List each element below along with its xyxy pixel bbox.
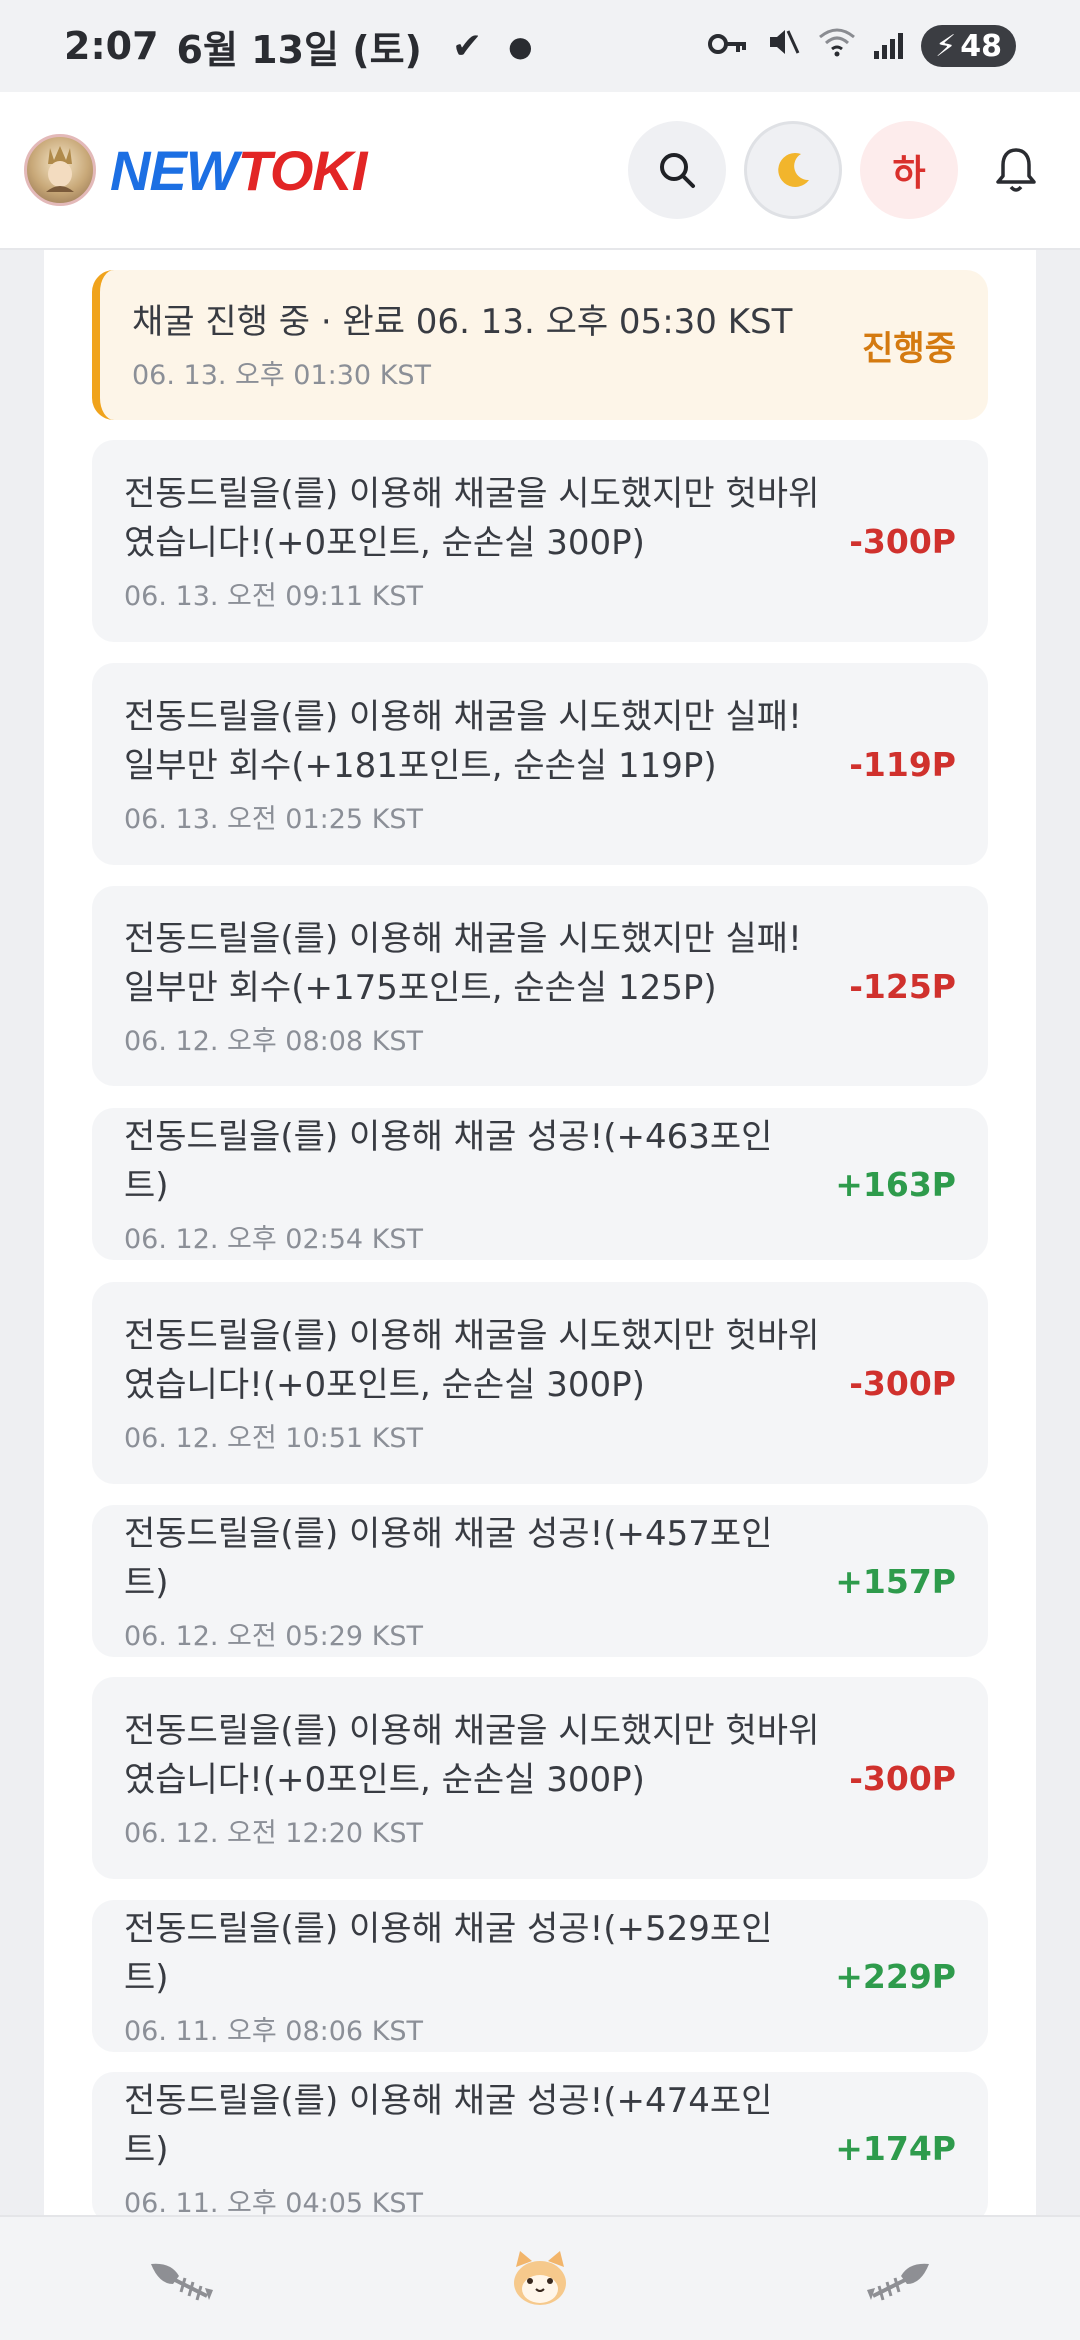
status-bar: 2:07 6월 13일 (토) ✔ ● ⚡ 48 bbox=[0, 0, 1080, 92]
log-item-timestamp: 06. 12. 오전 12:20 KST bbox=[124, 1817, 424, 1849]
log-item-text: 전동드릴을(를) 이용해 채굴을 시도했지만 실패! 일부만 회수(+175포인… bbox=[124, 915, 829, 1058]
status-right: ⚡ 48 bbox=[708, 25, 1016, 67]
search-button[interactable] bbox=[628, 121, 726, 219]
fishbone-icon bbox=[867, 2263, 929, 2300]
log-item-text: 전동드릴을(를) 이용해 채굴 성공!(+474포인트) 06. 11. 오후 0… bbox=[124, 2077, 815, 2216]
mining-log-item[interactable]: 전동드릴을(를) 이용해 채굴 성공!(+529포인트) 06. 11. 오후 0… bbox=[92, 1900, 988, 2052]
mining-log-item[interactable]: 전동드릴을(를) 이용해 채굴을 시도했지만 실패! 일부만 회수(+181포인… bbox=[92, 663, 988, 865]
log-item-timestamp: 06. 13. 오전 09:11 KST bbox=[124, 580, 424, 612]
log-item-description: 전동드릴을(를) 이용해 채굴을 시도했지만 실패! 일부만 회수(+181포인… bbox=[124, 696, 802, 786]
mining-progress-card[interactable]: 채굴 진행 중 · 완료 06. 13. 오후 05:30 KST 06. 13.… bbox=[92, 270, 988, 420]
mute-icon bbox=[766, 26, 800, 66]
log-item-description: 전동드릴을(를) 이용해 채굴을 시도했지만 헛바위였습니다!(+0포인트, 순… bbox=[124, 1710, 820, 1800]
log-item-text: 전동드릴을(를) 이용해 채굴을 시도했지만 헛바위였습니다!(+0포인트, 순… bbox=[124, 1312, 829, 1455]
log-item-description: 전동드릴을(를) 이용해 채굴을 시도했지만 헛바위였습니다!(+0포인트, 순… bbox=[124, 473, 820, 563]
log-item-timestamp: 06. 11. 오후 08:06 KST bbox=[124, 2015, 424, 2047]
dark-mode-toggle[interactable] bbox=[744, 121, 842, 219]
log-item-timestamp: 06. 12. 오전 05:29 KST bbox=[124, 1620, 424, 1652]
log-item-timestamp: 06. 12. 오전 10:51 KST bbox=[124, 1422, 424, 1454]
charging-icon: ⚡ bbox=[935, 28, 957, 64]
app-header: NEWTOKI 하 bbox=[0, 92, 1080, 250]
log-item-amount: -119P bbox=[849, 744, 956, 784]
log-item-amount: +163P bbox=[835, 1164, 956, 1204]
log-item-amount: -125P bbox=[849, 966, 956, 1006]
mining-log-item[interactable]: 전동드릴을(를) 이용해 채굴을 시도했지만 헛바위였습니다!(+0포인트, 순… bbox=[92, 1677, 988, 1879]
mining-log-item[interactable]: 전동드릴을(를) 이용해 채굴을 시도했지만 실패! 일부만 회수(+175포인… bbox=[92, 886, 988, 1086]
log-item-description: 전동드릴을(를) 이용해 채굴을 시도했지만 헛바위였습니다!(+0포인트, 순… bbox=[124, 1315, 820, 1405]
logo-new: NEW bbox=[110, 138, 239, 202]
log-item-text: 전동드릴을(를) 이용해 채굴을 시도했지만 실패! 일부만 회수(+181포인… bbox=[124, 693, 829, 836]
log-item-amount: +229P bbox=[835, 1956, 956, 1996]
bottom-nav bbox=[0, 2215, 1080, 2340]
progress-status-label: 진행중 bbox=[862, 328, 956, 369]
header-actions: 하 bbox=[628, 121, 1056, 219]
nav-fishbone-left[interactable] bbox=[120, 2229, 240, 2329]
log-item-text: 전동드릴을(를) 이용해 채굴 성공!(+463포인트) 06. 12. 오후 0… bbox=[124, 1113, 815, 1256]
mining-log-item[interactable]: 전동드릴을(를) 이용해 채굴을 시도했지만 헛바위였습니다!(+0포인트, 순… bbox=[92, 1282, 988, 1484]
battery-level: 48 bbox=[960, 28, 1002, 64]
wifi-icon bbox=[818, 27, 856, 65]
log-item-amount: +157P bbox=[835, 1561, 956, 1601]
signal-icon bbox=[874, 33, 904, 59]
mining-log-item[interactable]: 전동드릴을(를) 이용해 채굴 성공!(+474포인트) 06. 11. 오후 0… bbox=[92, 2072, 988, 2215]
log-item-description: 전동드릴을(를) 이용해 채굴 성공!(+463포인트) bbox=[124, 1116, 773, 1206]
search-icon bbox=[660, 153, 695, 188]
nav-fishbone-right[interactable] bbox=[840, 2229, 960, 2329]
status-date: 6월 13일 (토) bbox=[176, 27, 422, 72]
log-item-timestamp: 06. 11. 오후 04:05 KST bbox=[124, 2187, 424, 2216]
log-item-description: 전동드릴을(를) 이용해 채굴 성공!(+529포인트) bbox=[124, 1908, 773, 1998]
log-item-timestamp: 06. 12. 오후 02:54 KST bbox=[124, 1223, 424, 1255]
mining-log-item[interactable]: 전동드릴을(를) 이용해 채굴 성공!(+457포인트) 06. 12. 오전 0… bbox=[92, 1505, 988, 1657]
character-icon bbox=[46, 146, 74, 192]
nav-cat-home[interactable] bbox=[480, 2229, 600, 2329]
logo-toki: TOKI bbox=[237, 138, 368, 202]
level-label: 하 bbox=[892, 153, 926, 194]
log-item-text: 전동드릴을(를) 이용해 채굴 성공!(+457포인트) 06. 12. 오전 0… bbox=[124, 1510, 815, 1653]
log-item-amount: -300P bbox=[849, 521, 956, 561]
site-logo[interactable]: NEWTOKI bbox=[110, 138, 368, 203]
log-item-text: 전동드릴을(를) 이용해 채굴을 시도했지만 헛바위였습니다!(+0포인트, 순… bbox=[124, 470, 829, 613]
log-item-description: 채굴 진행 중 · 완료 06. 13. 오후 05:30 KST bbox=[132, 302, 793, 342]
cat-icon bbox=[514, 2250, 566, 2305]
log-item-description: 전동드릴을(를) 이용해 채굴을 시도했지만 실패! 일부만 회수(+175포인… bbox=[124, 918, 802, 1008]
log-item-text: 채굴 진행 중 · 완료 06. 13. 오후 05:30 KST 06. 13.… bbox=[132, 298, 842, 392]
notification-dot-icon: ● bbox=[508, 29, 533, 63]
status-time: 2:07 bbox=[64, 24, 159, 68]
fishbone-icon bbox=[151, 2263, 213, 2300]
bell-icon bbox=[996, 148, 1036, 192]
log-item-text: 전동드릴을(를) 이용해 채굴을 시도했지만 헛바위였습니다!(+0포인트, 순… bbox=[124, 1707, 829, 1850]
key-icon bbox=[708, 29, 748, 64]
log-item-amount: +174P bbox=[835, 2128, 956, 2168]
battery-indicator: ⚡ 48 bbox=[921, 25, 1016, 67]
log-item-amount: -300P bbox=[849, 1758, 956, 1798]
log-item-description: 전동드릴을(를) 이용해 채굴 성공!(+457포인트) bbox=[124, 1513, 773, 1603]
notifications-button[interactable] bbox=[976, 121, 1056, 219]
log-item-description: 전동드릴을(를) 이용해 채굴 성공!(+474포인트) bbox=[124, 2080, 773, 2170]
log-item-text: 전동드릴을(를) 이용해 채굴 성공!(+529포인트) 06. 11. 오후 0… bbox=[124, 1905, 815, 2048]
avatar[interactable] bbox=[24, 134, 96, 206]
log-item-timestamp: 06. 13. 오전 01:25 KST bbox=[124, 803, 424, 835]
log-item-amount: -300P bbox=[849, 1363, 956, 1403]
status-left: 2:07 6월 13일 (토) ✔ ● bbox=[64, 19, 533, 74]
mining-log-panel: 채굴 진행 중 · 완료 06. 13. 오후 05:30 KST 06. 13.… bbox=[44, 250, 1036, 2215]
checkmark-icon: ✔ bbox=[451, 25, 483, 67]
mining-log-item[interactable]: 전동드릴을(를) 이용해 채굴 성공!(+463포인트) 06. 12. 오후 0… bbox=[92, 1108, 988, 1260]
log-item-timestamp: 06. 13. 오후 01:30 KST bbox=[132, 360, 432, 391]
level-button[interactable]: 하 bbox=[860, 121, 958, 219]
moon-icon bbox=[778, 152, 809, 187]
log-item-timestamp: 06. 12. 오후 08:08 KST bbox=[124, 1025, 424, 1057]
mining-log-item[interactable]: 전동드릴을(를) 이용해 채굴을 시도했지만 헛바위였습니다!(+0포인트, 순… bbox=[92, 440, 988, 642]
